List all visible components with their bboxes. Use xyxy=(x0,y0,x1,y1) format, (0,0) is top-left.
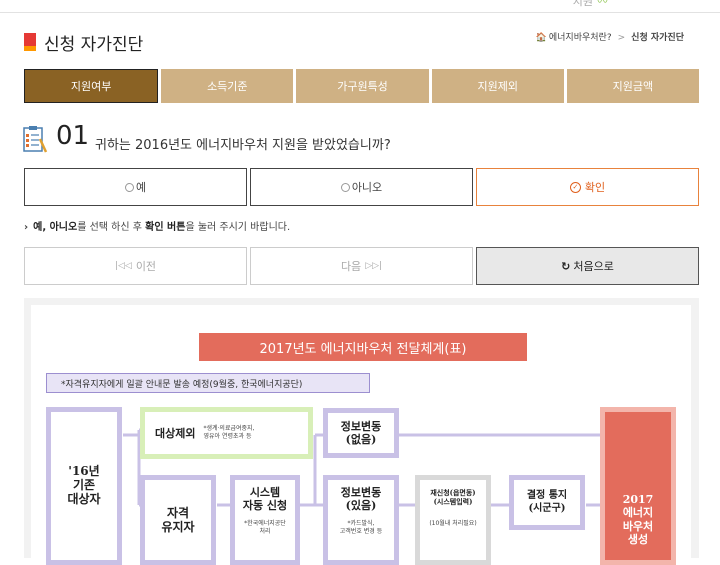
info-changed-box: 정보변동 (있음) *카드발식, 고객번호 변경 등 xyxy=(323,475,399,565)
check-circle-icon: ✓ xyxy=(569,181,581,193)
question-number: 01 xyxy=(56,121,90,151)
question-text: 귀하는 2016년도 에너지바우처 지원을 받았었습니까? xyxy=(95,138,391,153)
page-title: 신청 자가진단 xyxy=(44,35,144,55)
tab-income-criteria[interactable]: 소득기준 xyxy=(161,69,294,103)
title-marker-icon xyxy=(24,33,36,51)
tab-household-traits[interactable]: 가구원특성 xyxy=(296,69,429,103)
reapply-box: 재신청(읍면동) (시스템입력) (10월내 처리필요) xyxy=(415,475,491,565)
step-tabs: 지원여부 소득기준 가구원특성 지원제외 지원금액 xyxy=(24,69,700,103)
answer-row: 예 아니오 ✓ 확인 xyxy=(24,168,699,206)
restart-button[interactable]: ↻ 처음으로 xyxy=(476,247,699,285)
breadcrumb-current: 신청 자가진단 xyxy=(631,33,684,43)
top-bar: 지원 〰 xyxy=(0,0,720,13)
yes-label: 예 xyxy=(135,181,147,194)
confirm-label: 확인 xyxy=(584,181,606,194)
voucher-generated-box: 2017 에너지 바우처 생성 xyxy=(600,407,676,565)
breadcrumb: 🏠 에너지바우처란? > 신청 자가진단 xyxy=(535,33,684,43)
next-button[interactable]: 다음 ▷▷| xyxy=(250,247,473,285)
question-row: 01 귀하는 2016년도 에너지바우처 지원을 받았었습니까? xyxy=(22,121,702,155)
prev-button[interactable]: |◁◁ 이전 xyxy=(24,247,247,285)
page-header: 신청 자가진단 🏠 에너지바우처란? > 신청 자가진단 xyxy=(24,30,696,55)
radio-icon[interactable] xyxy=(124,182,134,192)
chevron-right-icon: › xyxy=(24,222,29,233)
home-icon[interactable]: 🏠 xyxy=(536,33,547,43)
radio-icon[interactable] xyxy=(340,182,350,192)
no-label: 아니오 xyxy=(351,181,383,194)
checklist-icon xyxy=(23,126,48,153)
tab-support-eligibility[interactable]: 지원여부 xyxy=(24,69,159,103)
skip-back-icon: |◁◁ xyxy=(114,261,132,271)
system-auto-apply-box: 시스템 자동 신청 *한국에너지공단 처리 xyxy=(230,475,300,565)
diagram-title: 2017년도 에너지바우처 전달체계(표) xyxy=(199,333,527,361)
navigation-row: |◁◁ 이전 다음 ▷▷| ↻ 처음으로 xyxy=(24,247,699,285)
no-option[interactable]: 아니오 xyxy=(250,168,473,206)
exclusion-box: 대상제외 *생계·의료급여중지, 영유아 연령초과 등 xyxy=(140,407,313,459)
qualified-holders-box: 자격 유지자 xyxy=(140,475,216,565)
skip-forward-icon: ▷▷| xyxy=(365,261,383,271)
site-logo[interactable]: 지원 〰 xyxy=(573,0,608,9)
existing-recipients-box: '16년 기존 대상자 xyxy=(46,407,122,565)
yes-option[interactable]: 예 xyxy=(24,168,247,206)
tab-support-exclusion[interactable]: 지원제외 xyxy=(431,69,564,103)
confirm-button[interactable]: ✓ 확인 xyxy=(476,168,699,206)
tab-support-amount[interactable]: 지원금액 xyxy=(566,69,700,103)
info-no-change-box: 정보변동 (없음) xyxy=(323,408,399,458)
refresh-icon: ↻ xyxy=(561,259,571,273)
decision-notice-box: 결정 통지 (시군구) xyxy=(509,475,585,530)
diagram-panel: 2017년도 에너지바우처 전달체계(표) *자격유지자에게 일괄 안내문 발송… xyxy=(24,298,699,565)
hint-text: › 예, 아니오를 선택 하신 후 확인 버튼을 눌러 주시기 바랍니다. xyxy=(24,222,291,233)
breadcrumb-item[interactable]: 에너지바우처란? xyxy=(549,33,612,43)
diagram-subtitle: *자격유지자에게 일괄 안내문 발송 예정(9월중, 한국에너지공단) xyxy=(46,373,370,393)
